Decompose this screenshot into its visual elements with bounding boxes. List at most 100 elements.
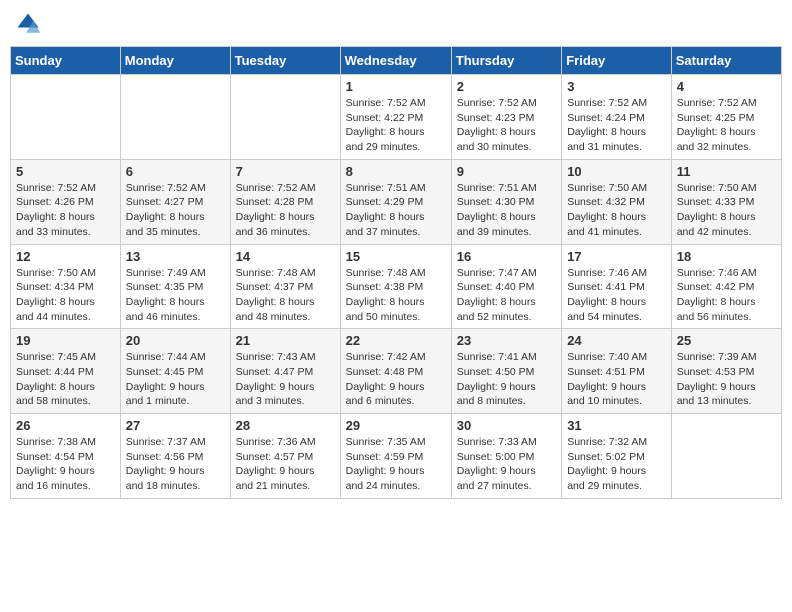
day-number: 27 [126,418,225,433]
calendar-cell: 30 Sunrise: 7:33 AM Sunset: 5:00 PM Dayli… [451,414,561,499]
logo-icon [14,10,42,38]
day-number: 14 [236,249,335,264]
day-info: Sunrise: 7:50 AM Sunset: 4:34 PM Dayligh… [16,266,115,325]
day-number: 18 [677,249,776,264]
day-number: 19 [16,333,115,348]
day-number: 31 [567,418,666,433]
day-number: 2 [457,79,556,94]
day-info: Sunrise: 7:52 AM Sunset: 4:24 PM Dayligh… [567,96,666,155]
day-info: Sunrise: 7:37 AM Sunset: 4:56 PM Dayligh… [126,435,225,494]
day-info: Sunrise: 7:38 AM Sunset: 4:54 PM Dayligh… [16,435,115,494]
weekday-header: Wednesday [340,47,451,75]
calendar-cell: 11 Sunrise: 7:50 AM Sunset: 4:33 PM Dayli… [671,159,781,244]
day-number: 30 [457,418,556,433]
calendar-week-row: 1 Sunrise: 7:52 AM Sunset: 4:22 PM Daylig… [11,75,782,160]
day-number: 12 [16,249,115,264]
day-info: Sunrise: 7:51 AM Sunset: 4:29 PM Dayligh… [346,181,446,240]
day-number: 4 [677,79,776,94]
day-info: Sunrise: 7:48 AM Sunset: 4:37 PM Dayligh… [236,266,335,325]
calendar-cell: 1 Sunrise: 7:52 AM Sunset: 4:22 PM Daylig… [340,75,451,160]
weekday-header: Tuesday [230,47,340,75]
day-info: Sunrise: 7:49 AM Sunset: 4:35 PM Dayligh… [126,266,225,325]
day-number: 29 [346,418,446,433]
calendar-cell: 14 Sunrise: 7:48 AM Sunset: 4:37 PM Dayli… [230,244,340,329]
calendar-cell: 17 Sunrise: 7:46 AM Sunset: 4:41 PM Dayli… [562,244,672,329]
day-number: 24 [567,333,666,348]
calendar-cell: 23 Sunrise: 7:41 AM Sunset: 4:50 PM Dayli… [451,329,561,414]
day-info: Sunrise: 7:33 AM Sunset: 5:00 PM Dayligh… [457,435,556,494]
calendar-cell: 13 Sunrise: 7:49 AM Sunset: 4:35 PM Dayli… [120,244,230,329]
calendar-cell: 27 Sunrise: 7:37 AM Sunset: 4:56 PM Dayli… [120,414,230,499]
calendar-cell: 24 Sunrise: 7:40 AM Sunset: 4:51 PM Dayli… [562,329,672,414]
day-info: Sunrise: 7:52 AM Sunset: 4:28 PM Dayligh… [236,181,335,240]
day-info: Sunrise: 7:46 AM Sunset: 4:42 PM Dayligh… [677,266,776,325]
day-number: 23 [457,333,556,348]
day-number: 21 [236,333,335,348]
day-number: 16 [457,249,556,264]
day-number: 28 [236,418,335,433]
day-number: 15 [346,249,446,264]
weekday-header: Monday [120,47,230,75]
day-number: 13 [126,249,225,264]
calendar-cell: 4Sunrise: 7:52 AM Sunset: 4:25 PM Daylig… [671,75,781,160]
calendar-cell: 26 Sunrise: 7:38 AM Sunset: 4:54 PM Dayli… [11,414,121,499]
calendar-week-row: 19 Sunrise: 7:45 AM Sunset: 4:44 PM Dayli… [11,329,782,414]
day-number: 26 [16,418,115,433]
calendar-cell: 25Sunrise: 7:39 AM Sunset: 4:53 PM Dayli… [671,329,781,414]
calendar-cell: 20 Sunrise: 7:44 AM Sunset: 4:45 PM Dayli… [120,329,230,414]
day-number: 6 [126,164,225,179]
day-info: Sunrise: 7:41 AM Sunset: 4:50 PM Dayligh… [457,350,556,409]
calendar-cell: 28Sunrise: 7:36 AM Sunset: 4:57 PM Dayli… [230,414,340,499]
calendar-cell: 7 Sunrise: 7:52 AM Sunset: 4:28 PM Daylig… [230,159,340,244]
calendar-cell: 5 Sunrise: 7:52 AM Sunset: 4:26 PM Daylig… [11,159,121,244]
page-header [10,10,782,38]
calendar-cell: 6 Sunrise: 7:52 AM Sunset: 4:27 PM Daylig… [120,159,230,244]
day-info: Sunrise: 7:43 AM Sunset: 4:47 PM Dayligh… [236,350,335,409]
day-info: Sunrise: 7:47 AM Sunset: 4:40 PM Dayligh… [457,266,556,325]
calendar-cell: 19 Sunrise: 7:45 AM Sunset: 4:44 PM Dayli… [11,329,121,414]
weekday-header: Friday [562,47,672,75]
day-info: Sunrise: 7:45 AM Sunset: 4:44 PM Dayligh… [16,350,115,409]
calendar-cell: 15 Sunrise: 7:48 AM Sunset: 4:38 PM Dayli… [340,244,451,329]
day-number: 3 [567,79,666,94]
day-number: 17 [567,249,666,264]
calendar-cell: 8Sunrise: 7:51 AM Sunset: 4:29 PM Daylig… [340,159,451,244]
day-info: Sunrise: 7:52 AM Sunset: 4:22 PM Dayligh… [346,96,446,155]
day-info: Sunrise: 7:48 AM Sunset: 4:38 PM Dayligh… [346,266,446,325]
calendar-cell: 21 Sunrise: 7:43 AM Sunset: 4:47 PM Dayli… [230,329,340,414]
day-info: Sunrise: 7:50 AM Sunset: 4:33 PM Dayligh… [677,181,776,240]
day-number: 1 [346,79,446,94]
weekday-header: Thursday [451,47,561,75]
day-info: Sunrise: 7:52 AM Sunset: 4:26 PM Dayligh… [16,181,115,240]
day-info: Sunrise: 7:35 AM Sunset: 4:59 PM Dayligh… [346,435,446,494]
day-info: Sunrise: 7:52 AM Sunset: 4:27 PM Dayligh… [126,181,225,240]
calendar-cell: 10Sunrise: 7:50 AM Sunset: 4:32 PM Dayli… [562,159,672,244]
calendar-cell [671,414,781,499]
calendar-cell: 16 Sunrise: 7:47 AM Sunset: 4:40 PM Dayli… [451,244,561,329]
day-number: 20 [126,333,225,348]
day-info: Sunrise: 7:40 AM Sunset: 4:51 PM Dayligh… [567,350,666,409]
calendar-table: SundayMondayTuesdayWednesdayThursdayFrid… [10,46,782,499]
day-number: 9 [457,164,556,179]
day-number: 7 [236,164,335,179]
calendar-cell: 9 Sunrise: 7:51 AM Sunset: 4:30 PM Daylig… [451,159,561,244]
day-info: Sunrise: 7:39 AM Sunset: 4:53 PM Dayligh… [677,350,776,409]
calendar-week-row: 5 Sunrise: 7:52 AM Sunset: 4:26 PM Daylig… [11,159,782,244]
logo [14,10,46,38]
calendar-cell [11,75,121,160]
day-info: Sunrise: 7:32 AM Sunset: 5:02 PM Dayligh… [567,435,666,494]
calendar-cell: 31 Sunrise: 7:32 AM Sunset: 5:02 PM Dayli… [562,414,672,499]
day-info: Sunrise: 7:46 AM Sunset: 4:41 PM Dayligh… [567,266,666,325]
weekday-header: Saturday [671,47,781,75]
day-info: Sunrise: 7:44 AM Sunset: 4:45 PM Dayligh… [126,350,225,409]
day-info: Sunrise: 7:52 AM Sunset: 4:23 PM Dayligh… [457,96,556,155]
calendar-cell: 29 Sunrise: 7:35 AM Sunset: 4:59 PM Dayli… [340,414,451,499]
weekday-header: Sunday [11,47,121,75]
calendar-cell: 18 Sunrise: 7:46 AM Sunset: 4:42 PM Dayli… [671,244,781,329]
day-info: Sunrise: 7:50 AM Sunset: 4:32 PM Dayligh… [567,181,666,240]
day-number: 22 [346,333,446,348]
day-info: Sunrise: 7:51 AM Sunset: 4:30 PM Dayligh… [457,181,556,240]
day-number: 11 [677,164,776,179]
day-number: 5 [16,164,115,179]
calendar-week-row: 12 Sunrise: 7:50 AM Sunset: 4:34 PM Dayli… [11,244,782,329]
